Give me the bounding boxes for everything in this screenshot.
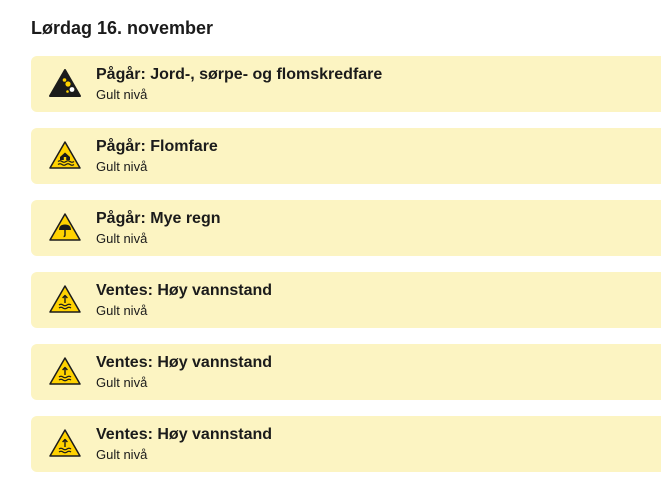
warning-card[interactable]: Ventes: Høy vannstand Gult nivå bbox=[31, 416, 661, 472]
warning-title: Ventes: Høy vannstand bbox=[96, 282, 273, 299]
warning-card[interactable]: Pågår: Jord-, sørpe- og flomskredfare Gu… bbox=[31, 56, 661, 112]
high-water-level-icon bbox=[48, 356, 82, 386]
high-water-level-icon bbox=[48, 428, 82, 458]
warning-card[interactable]: Pågår: Flomfare Gult nivå bbox=[31, 128, 661, 184]
warning-level: Gult nivå bbox=[96, 231, 148, 246]
warning-card[interactable]: Ventes: Høy vannstand Gult nivå bbox=[31, 344, 661, 400]
warning-level: Gult nivå bbox=[96, 447, 148, 462]
warning-card[interactable]: Ventes: Høy vannstand Gult nivå bbox=[31, 272, 661, 328]
warning-level: Gult nivå bbox=[96, 87, 148, 102]
warning-level: Gult nivå bbox=[96, 303, 148, 318]
warning-card[interactable]: Pågår: Mye regn Gult nivå bbox=[31, 200, 661, 256]
landslide-icon bbox=[48, 68, 82, 98]
warning-title: Pågår: Mye regn bbox=[96, 210, 221, 227]
warning-list: Pågår: Jord-, sørpe- og flomskredfare Gu… bbox=[31, 56, 661, 488]
warning-title: Pågår: Jord-, sørpe- og flomskredfare bbox=[96, 66, 383, 83]
flood-icon bbox=[48, 140, 82, 170]
heavy-rain-icon bbox=[48, 212, 82, 242]
warning-title: Ventes: Høy vannstand bbox=[96, 426, 273, 443]
warning-title: Ventes: Høy vannstand bbox=[96, 354, 273, 371]
warning-level: Gult nivå bbox=[96, 159, 148, 174]
warning-level: Gult nivå bbox=[96, 375, 148, 390]
high-water-level-icon bbox=[48, 284, 82, 314]
warnings-page: Lørdag 16. november Pågår: Jord-, sørpe-… bbox=[0, 0, 661, 491]
warning-title: Pågår: Flomfare bbox=[96, 138, 218, 155]
day-heading: Lørdag 16. november bbox=[31, 18, 214, 38]
